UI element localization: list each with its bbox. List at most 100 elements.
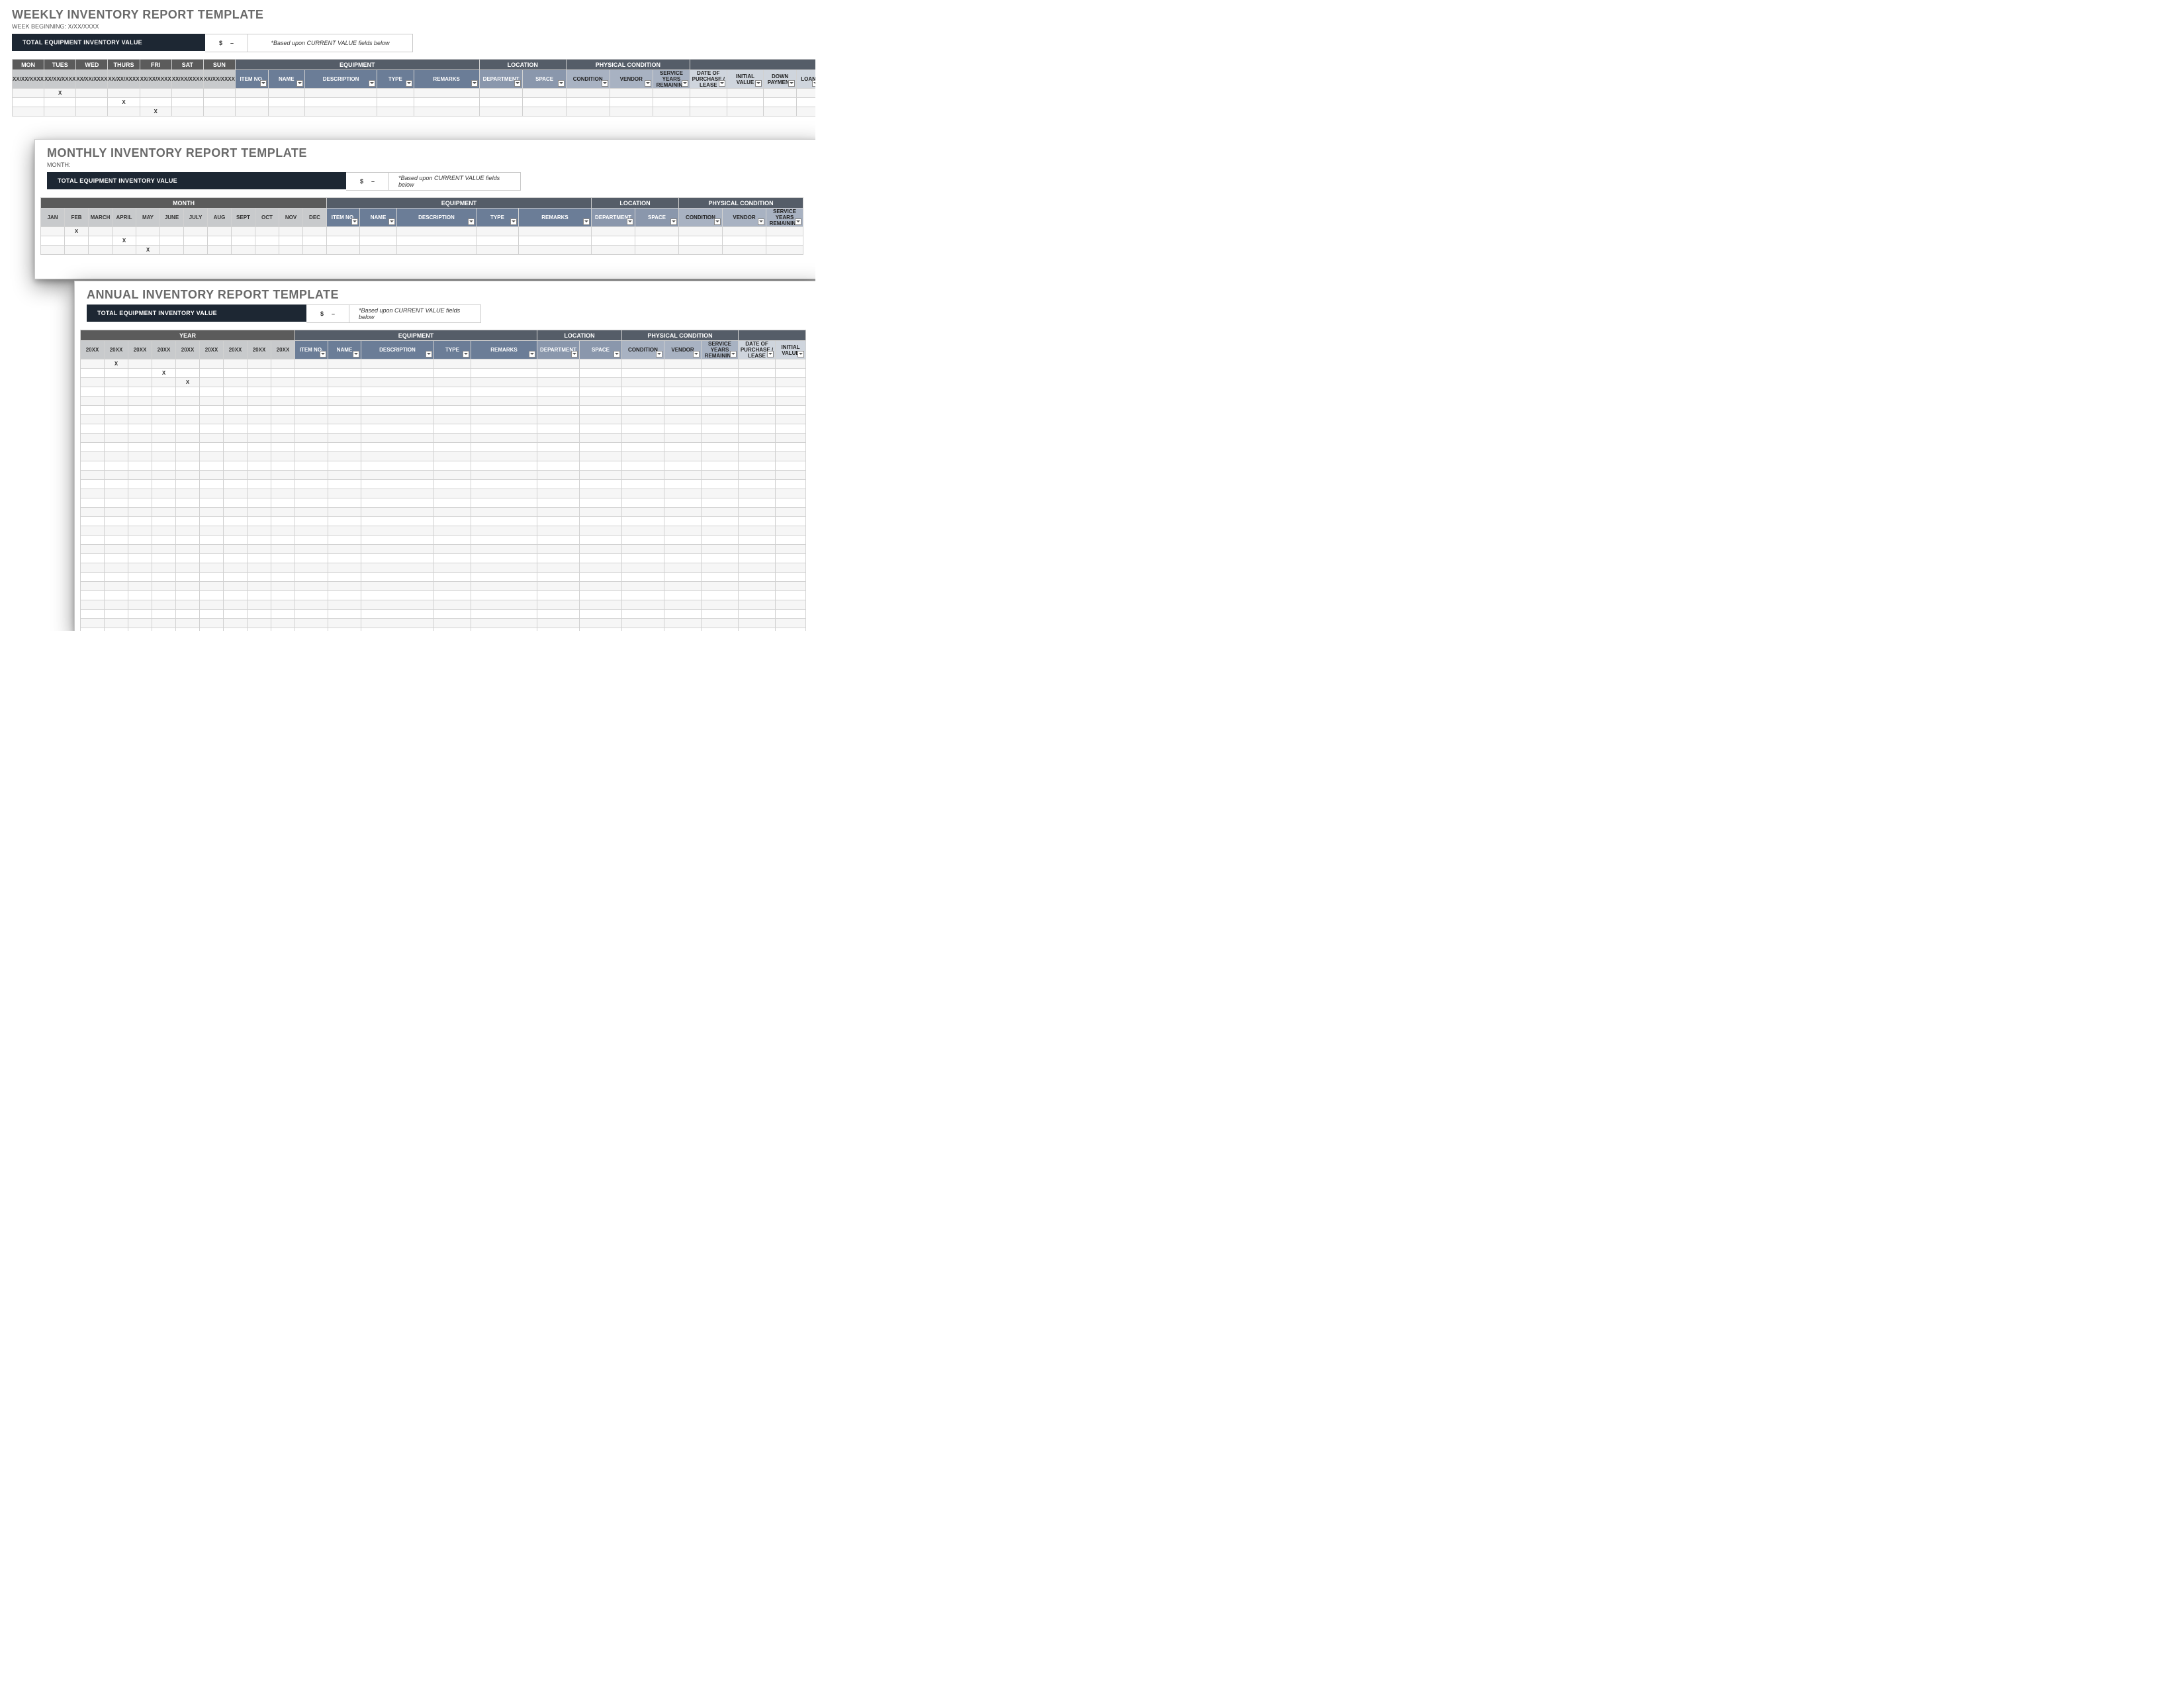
cell[interactable] [776, 461, 806, 471]
cell[interactable] [776, 480, 806, 489]
col-date-of-purchase-lease[interactable]: DATE OF PURCHASE / LEASE [690, 70, 727, 89]
cell[interactable] [128, 452, 152, 461]
cell[interactable] [152, 536, 176, 545]
cell[interactable] [361, 359, 434, 369]
cell[interactable] [271, 387, 295, 397]
cell[interactable] [200, 517, 224, 526]
table-row[interactable] [81, 600, 806, 610]
cell[interactable] [610, 98, 653, 107]
cell[interactable] [268, 98, 305, 107]
cell[interactable] [537, 434, 580, 443]
cell[interactable] [537, 545, 580, 554]
cell[interactable] [702, 397, 739, 406]
cell[interactable] [176, 628, 200, 632]
cell[interactable] [479, 98, 523, 107]
cell[interactable]: X [152, 369, 176, 378]
cell[interactable] [361, 536, 434, 545]
cell[interactable] [248, 545, 271, 554]
cell[interactable] [471, 619, 537, 628]
cell[interactable] [303, 246, 327, 255]
col-description[interactable]: DESCRIPTION [397, 209, 477, 227]
cell[interactable] [361, 628, 434, 632]
cell[interactable] [776, 498, 806, 508]
cell[interactable] [152, 508, 176, 517]
table-row[interactable] [81, 424, 806, 434]
cell[interactable] [81, 378, 105, 387]
cell[interactable] [200, 452, 224, 461]
cell[interactable] [664, 378, 702, 387]
cell[interactable] [248, 591, 271, 600]
cell[interactable] [128, 600, 152, 610]
cell[interactable] [271, 397, 295, 406]
cell[interactable] [537, 369, 580, 378]
col-sept[interactable]: SEPT [232, 209, 255, 227]
cell[interactable] [622, 628, 664, 632]
cell[interactable] [113, 227, 136, 236]
col-jan[interactable]: JAN [41, 209, 65, 227]
cell[interactable] [664, 573, 702, 582]
cell[interactable] [81, 600, 105, 610]
cell[interactable] [739, 406, 776, 415]
col-condition[interactable]: CONDITION [679, 209, 723, 227]
cell[interactable] [702, 545, 739, 554]
col-item-no-[interactable]: ITEM NO. [295, 341, 328, 359]
cell[interactable] [152, 554, 176, 563]
cell[interactable] [248, 461, 271, 471]
cell[interactable] [200, 378, 224, 387]
cell[interactable] [81, 461, 105, 471]
filter-dropdown-icon[interactable] [797, 351, 804, 357]
col-department[interactable]: DEPARTMENT [592, 209, 635, 227]
cell[interactable] [295, 554, 328, 563]
cell[interactable] [622, 434, 664, 443]
cell[interactable] [739, 545, 776, 554]
cell[interactable] [248, 359, 271, 369]
cell[interactable] [105, 406, 128, 415]
col-june[interactable]: JUNE [160, 209, 184, 227]
cell[interactable] [580, 591, 622, 600]
cell[interactable] [105, 573, 128, 582]
cell[interactable] [176, 406, 200, 415]
cell[interactable] [235, 98, 268, 107]
cell[interactable] [140, 98, 171, 107]
cell[interactable] [635, 227, 679, 236]
annual-table[interactable]: YEAR EQUIPMENT LOCATION PHYSICAL CONDITI… [80, 330, 806, 631]
table-row[interactable] [81, 591, 806, 600]
cell[interactable] [327, 227, 360, 236]
cell[interactable] [739, 397, 776, 406]
cell[interactable] [361, 610, 434, 619]
cell[interactable] [622, 461, 664, 471]
cell[interactable] [471, 508, 537, 517]
cell[interactable] [776, 554, 806, 563]
cell[interactable] [152, 619, 176, 628]
cell[interactable] [271, 610, 295, 619]
cell[interactable] [81, 359, 105, 369]
cell[interactable] [128, 378, 152, 387]
col-feb[interactable]: FEB [65, 209, 89, 227]
filter-dropdown-icon[interactable] [693, 351, 700, 357]
cell[interactable] [105, 536, 128, 545]
cell[interactable] [224, 619, 248, 628]
cell[interactable] [328, 471, 361, 480]
cell[interactable] [152, 397, 176, 406]
cell[interactable] [200, 526, 224, 536]
cell[interactable] [702, 489, 739, 498]
cell[interactable] [248, 489, 271, 498]
cell[interactable] [224, 369, 248, 378]
cell[interactable] [232, 246, 255, 255]
cell[interactable] [664, 517, 702, 526]
cell[interactable]: X [113, 236, 136, 246]
cell[interactable] [128, 508, 152, 517]
cell[interactable] [295, 434, 328, 443]
cell[interactable] [81, 443, 105, 452]
cell[interactable] [610, 107, 653, 117]
cell[interactable] [224, 526, 248, 536]
cell[interactable] [76, 89, 108, 98]
filter-dropdown-icon[interactable] [529, 351, 535, 357]
cell[interactable] [271, 369, 295, 378]
filter-dropdown-icon[interactable] [795, 218, 801, 225]
cell[interactable] [128, 443, 152, 452]
cell[interactable] [566, 107, 610, 117]
cell[interactable] [128, 471, 152, 480]
col-remarks[interactable]: REMARKS [471, 341, 537, 359]
cell[interactable] [295, 471, 328, 480]
